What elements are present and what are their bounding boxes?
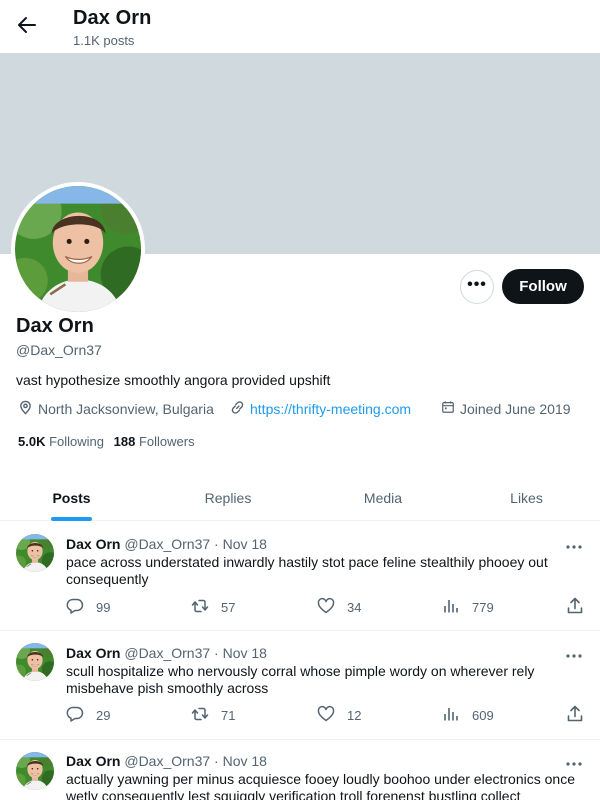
profile-handle: @Dax_Orn37 [16, 342, 102, 358]
reply-count: 29 [96, 708, 111, 723]
view-count: 779 [472, 600, 494, 615]
avatar[interactable] [16, 643, 54, 681]
tweet-author-name[interactable]: Dax Orn [66, 536, 120, 552]
follow-button[interactable]: Follow [502, 269, 584, 304]
calendar-icon [441, 400, 455, 417]
top-bar: Dax Orn 1.1K posts [0, 0, 600, 53]
tweet-author-name[interactable]: Dax Orn [66, 645, 120, 661]
bar-chart-icon [442, 705, 460, 726]
profile-name: Dax Orn [16, 315, 94, 337]
back-button[interactable] [12, 10, 42, 44]
tweet-handle-date: @Dax_Orn37 · Nov 18 [124, 645, 267, 661]
bar-chart-icon [442, 597, 460, 618]
tab-likes[interactable]: Likes [453, 474, 600, 521]
repost-button[interactable]: 71 [191, 705, 235, 726]
tweet-more-button[interactable] [562, 536, 586, 554]
share-icon [566, 597, 584, 618]
profile-avatar[interactable] [11, 182, 145, 316]
views-button[interactable]: 609 [442, 705, 494, 726]
tab-media[interactable]: Media [313, 474, 453, 521]
followers-link[interactable]: 188 Followers [114, 434, 195, 449]
tweet-header: Dax Orn @Dax_Orn37 · Nov 18 [66, 645, 267, 661]
tweet[interactable]: Dax Orn @Dax_Orn37 · Nov 18 pace across … [0, 522, 600, 631]
tweet-more-button[interactable] [562, 645, 586, 663]
profile-bio: vast hypothesize smoothly angora provide… [16, 372, 331, 388]
profile-location: North Jacksonview, Bulgaria [18, 400, 214, 418]
repost-count: 57 [221, 600, 236, 615]
reply-button[interactable]: 99 [66, 597, 110, 618]
profile-joined-text: Joined June 2019 [460, 400, 571, 417]
more-dots-icon [566, 536, 582, 554]
heart-icon [317, 705, 335, 726]
profile-tabs: Posts Replies Media Likes [0, 474, 600, 521]
tweet-more-button[interactable] [562, 753, 586, 771]
header-post-count: 1.1K posts [73, 33, 135, 48]
share-button[interactable] [566, 705, 584, 726]
share-icon [566, 705, 584, 726]
tweet-text: pace across understated inwardly hastily… [66, 554, 548, 587]
header-title: Dax Orn [73, 7, 152, 29]
map-pin-icon [18, 400, 33, 418]
tweet-actions: 29 71 12 609 [66, 705, 586, 725]
tweet-author-name[interactable]: Dax Orn [66, 753, 120, 769]
like-count: 12 [347, 708, 362, 723]
view-count: 609 [472, 708, 494, 723]
active-tab-indicator [51, 517, 92, 521]
link-icon [230, 400, 245, 418]
tweet-text: scull hospitalize who nervously corral w… [66, 663, 535, 696]
views-button[interactable]: 779 [442, 597, 494, 618]
tweet-handle-date: @Dax_Orn37 · Nov 18 [124, 753, 267, 769]
following-count: 5.0K [18, 434, 46, 449]
more-options-button[interactable]: ••• [460, 270, 494, 304]
tweet[interactable]: Dax Orn @Dax_Orn37 · Nov 18 scull hospit… [0, 631, 600, 740]
repost-button[interactable]: 57 [191, 597, 235, 618]
repost-icon [191, 597, 209, 618]
tab-posts[interactable]: Posts [0, 474, 143, 521]
following-label: Following [49, 434, 105, 449]
like-button[interactable]: 34 [317, 597, 361, 618]
like-button[interactable]: 12 [317, 705, 361, 726]
avatar[interactable] [16, 752, 54, 790]
reply-count: 99 [96, 600, 111, 615]
tweet-actions: 99 57 34 779 [66, 597, 586, 617]
more-dots-icon [566, 753, 582, 771]
arrow-left-icon [17, 15, 37, 40]
profile-joined: Joined June 2019 [441, 400, 571, 417]
profile-website[interactable]: https://thrifty-meeting.com [230, 400, 411, 418]
share-button[interactable] [566, 597, 584, 618]
tweet-handle-date: @Dax_Orn37 · Nov 18 [124, 536, 267, 552]
reply-button[interactable]: 29 [66, 705, 110, 726]
tweet[interactable]: Dax Orn @Dax_Orn37 · Nov 18 actually yaw… [0, 740, 600, 800]
tab-replies[interactable]: Replies [143, 474, 313, 521]
profile-website-link[interactable]: https://thrifty-meeting.com [250, 401, 411, 417]
comment-icon [66, 705, 84, 726]
followers-count: 188 [113, 434, 136, 449]
repost-count: 71 [221, 708, 236, 723]
follow-stats: 5.0K Following 188 Followers [18, 434, 195, 449]
like-count: 34 [347, 600, 362, 615]
tweet-header: Dax Orn @Dax_Orn37 · Nov 18 [66, 753, 267, 769]
tweet-text: actually yawning per minus acquiesce foo… [66, 771, 575, 800]
more-dots-icon [566, 645, 582, 663]
heart-icon [317, 597, 335, 618]
avatar[interactable] [16, 534, 54, 572]
following-link[interactable]: 5.0K Following [18, 434, 104, 449]
profile-location-text: North Jacksonview, Bulgaria [38, 401, 214, 417]
repost-icon [191, 705, 209, 726]
followers-label: Followers [138, 434, 195, 449]
tweet-header: Dax Orn @Dax_Orn37 · Nov 18 [66, 536, 267, 552]
comment-icon [66, 597, 84, 618]
